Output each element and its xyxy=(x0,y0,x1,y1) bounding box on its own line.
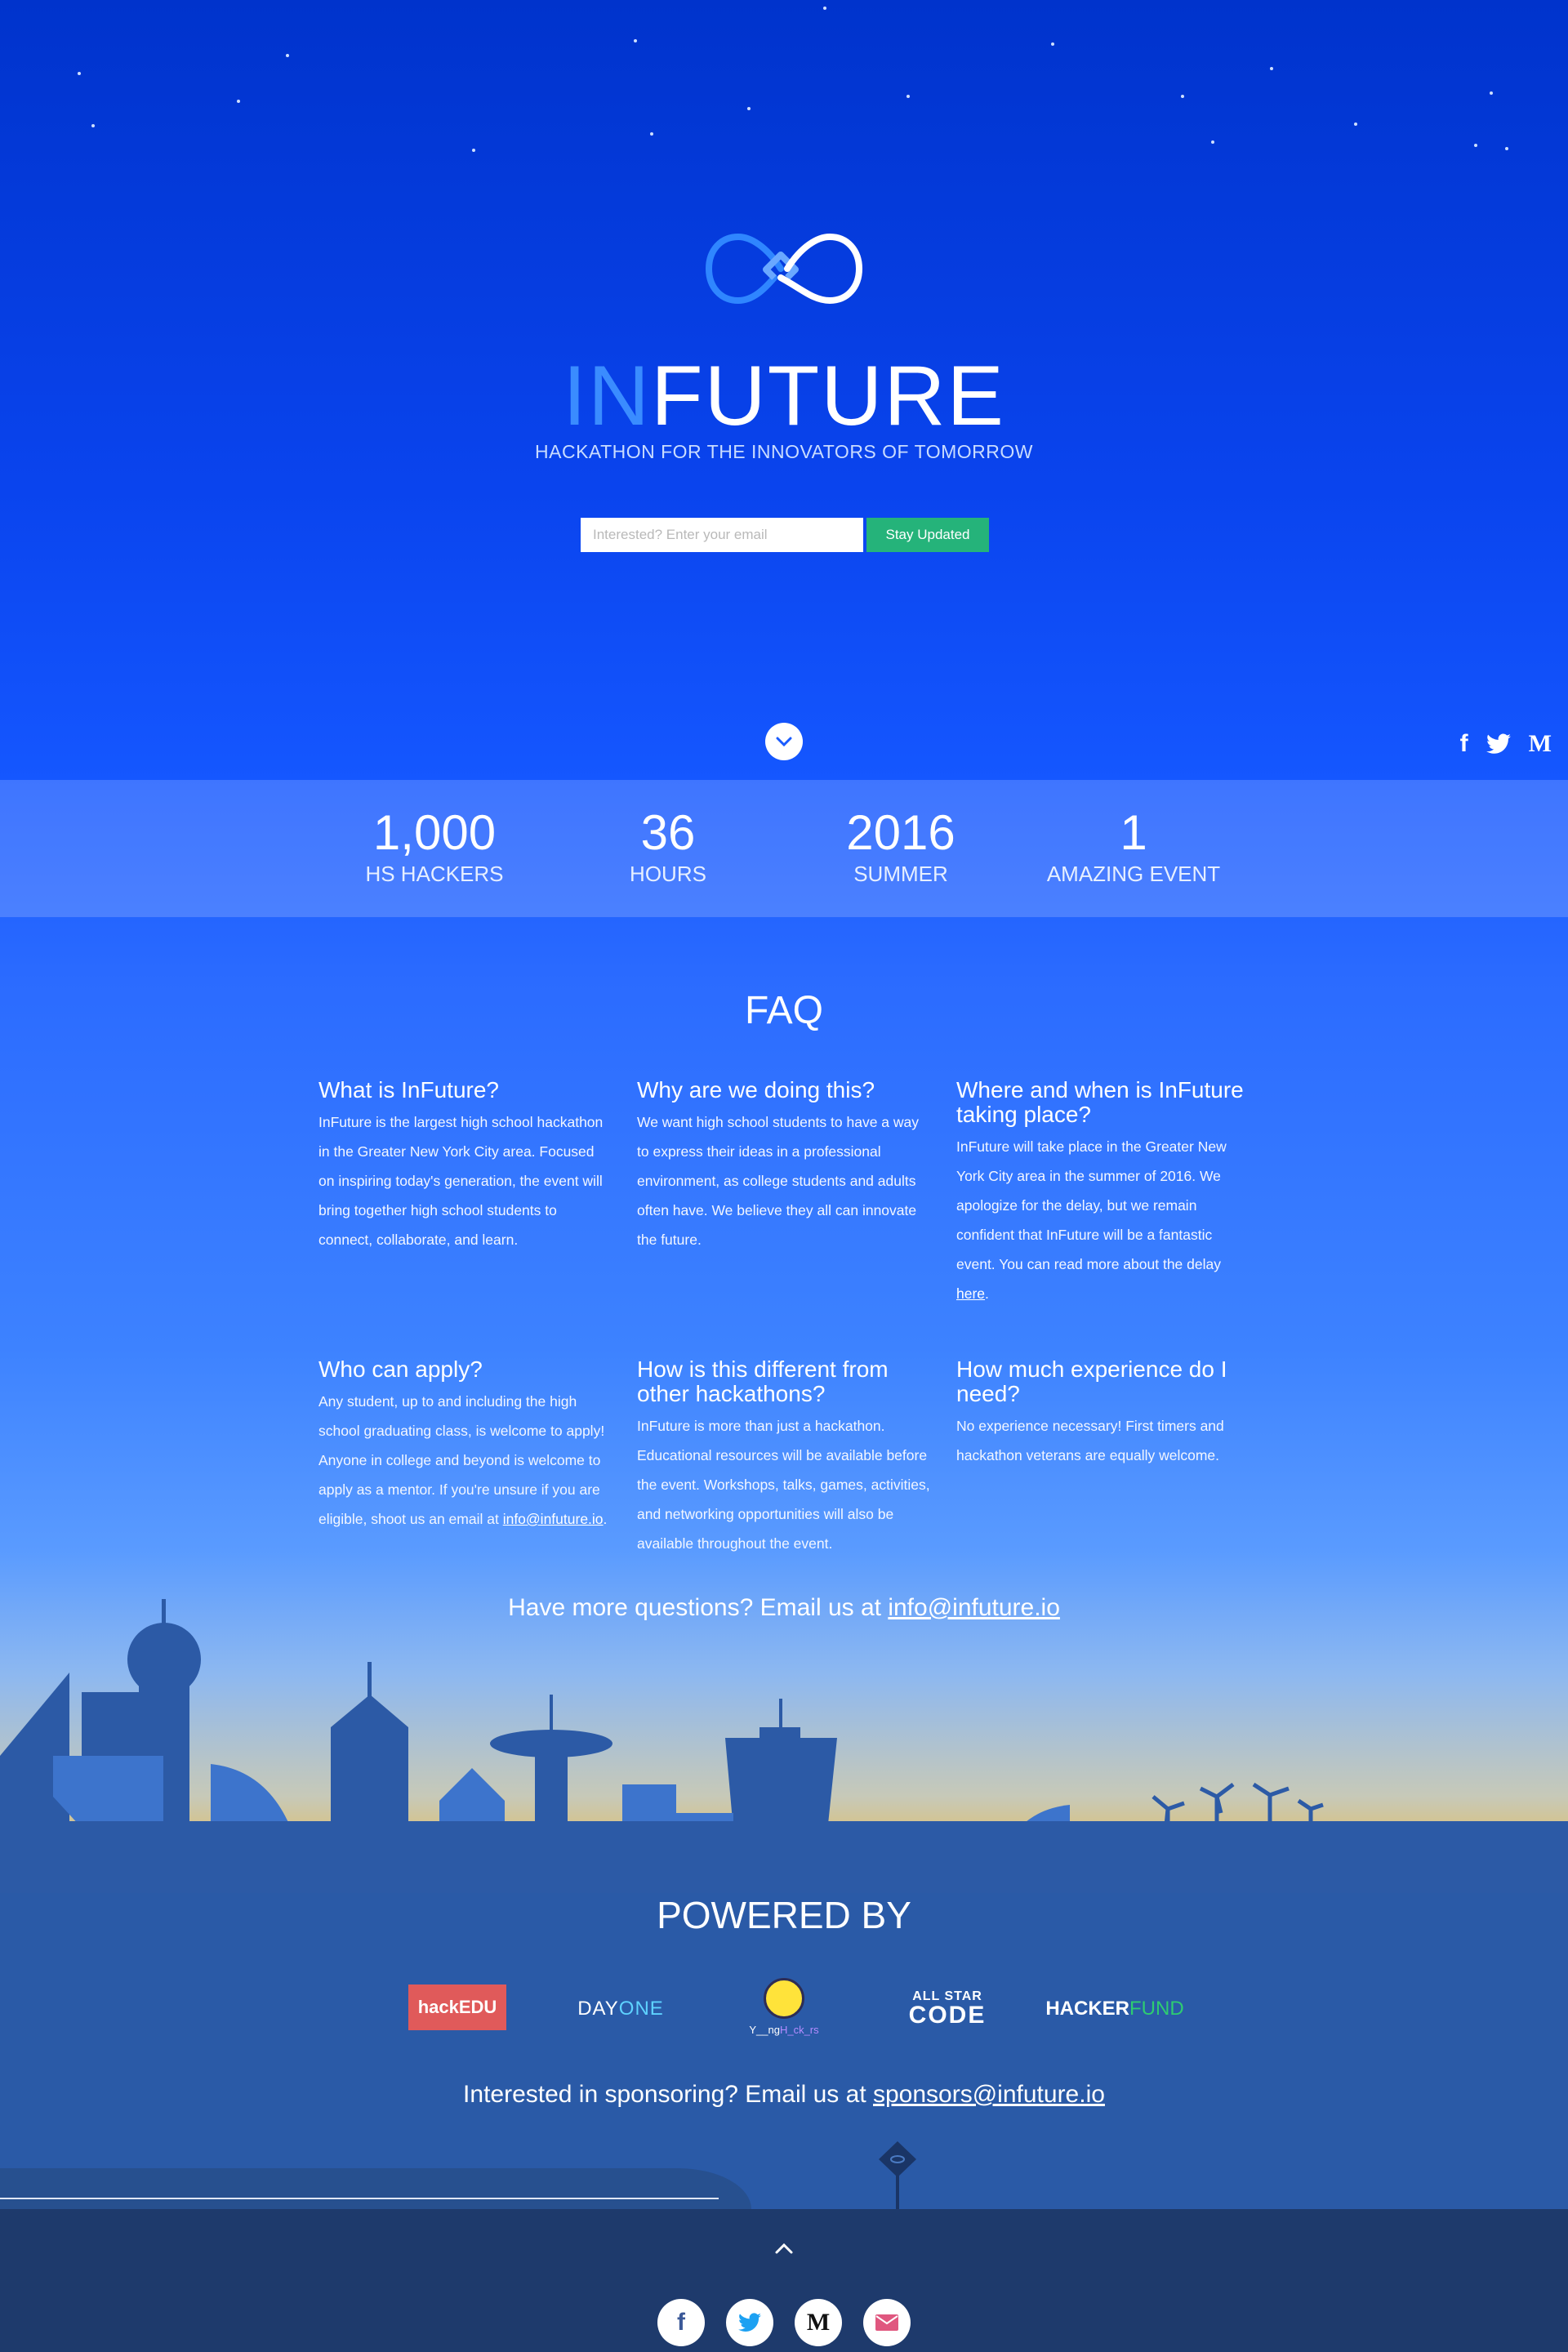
medium-icon[interactable]: M xyxy=(795,2299,842,2346)
faq-item: Where and when is InFuture taking place?… xyxy=(956,1078,1250,1308)
faq-answer: InFuture will take place in the Greater … xyxy=(956,1138,1227,1272)
email-icon[interactable] xyxy=(863,2299,911,2346)
sponsors-email-link[interactable]: sponsors@infuture.io xyxy=(873,2081,1105,2108)
powered-by-title: POWERED BY xyxy=(657,1894,911,1936)
medium-icon[interactable]: M xyxy=(1529,729,1552,759)
tagline: HACKATHON FOR THE INNOVATORS OF TOMORROW xyxy=(535,441,1033,462)
faq-question: Where and when is InFuture taking place? xyxy=(956,1077,1244,1127)
sponsor-hackerfund-logo[interactable]: HACKER FUND xyxy=(1045,1993,1183,2025)
sponsor-hacker-text: HACKER xyxy=(1045,1998,1130,2020)
faq-question: How much experience do I need? xyxy=(956,1356,1227,1406)
faq-answer-block: Any student, up to and including the hig… xyxy=(318,1387,612,1534)
signpost-icon xyxy=(879,2141,916,2209)
sponsor-hackedu-text: hackEDU xyxy=(417,1997,497,2017)
infuture-logo-icon xyxy=(706,233,862,305)
faq-answer: InFuture is the largest high school hack… xyxy=(318,1114,604,1248)
facebook-icon[interactable]: f xyxy=(1460,729,1468,759)
sponsoring-cta: Interested in sponsoring? Email us at sp… xyxy=(0,2081,1568,2109)
faq-answer: InFuture is more than just a hackathon. … xyxy=(637,1418,930,1552)
email-input[interactable] xyxy=(581,518,863,552)
faq-item: What is InFuture? InFuture is the larges… xyxy=(318,1078,612,1254)
chevron-down-icon xyxy=(776,737,792,746)
faq-item: How is this different from other hackath… xyxy=(637,1357,931,1558)
stay-updated-button[interactable]: Stay Updated xyxy=(866,518,989,552)
sponsor-allstarcode-logo[interactable]: ALL STAR CODE xyxy=(898,1989,996,2029)
scroll-down-button[interactable] xyxy=(765,723,803,760)
title-prefix: IN xyxy=(563,349,652,443)
sponsor-young-accent: H_ck_rs xyxy=(779,2023,819,2036)
info-email-link[interactable]: info@infuture.io xyxy=(503,1511,604,1527)
faq-question: How is this different from other hackath… xyxy=(637,1356,889,1406)
sponsor-dayone-logo[interactable]: DAY ONE xyxy=(572,1993,670,2025)
twitter-icon[interactable] xyxy=(726,2299,773,2346)
faq-question: Who can apply? xyxy=(318,1356,483,1382)
stat-event: 1 AMAZING EVENT xyxy=(1027,806,1240,887)
sponsor-fund-text: FUND xyxy=(1129,1998,1184,2020)
faq-answer-end: . xyxy=(985,1285,989,1302)
envelope-icon xyxy=(875,2314,898,2331)
delay-link[interactable]: here xyxy=(956,1285,985,1302)
stat-value: 1,000 xyxy=(372,805,497,860)
faq-answer: No experience necessary! First timers an… xyxy=(956,1418,1224,1463)
stat-value: 2016 xyxy=(846,805,956,860)
stat-label: HS HACKERS xyxy=(365,862,504,886)
faq-question: What is InFuture? xyxy=(318,1077,499,1102)
faq-item: How much experience do I need? No experi… xyxy=(956,1357,1250,1470)
faq-title: FAQ xyxy=(744,989,824,1032)
faq-item: Why are we doing this? We want high scho… xyxy=(637,1078,931,1254)
stat-value: 1 xyxy=(1120,805,1147,860)
facebook-icon[interactable]: f xyxy=(657,2299,705,2346)
faq-answer: We want high school students to have a w… xyxy=(637,1114,920,1248)
title-rest: FUTURE xyxy=(651,349,1005,443)
sponsor-dayone-text: DAY xyxy=(577,1998,619,2020)
faq-answer-end: . xyxy=(603,1511,608,1527)
city-skyline-illustration xyxy=(0,1599,1568,1896)
faq-answer: Any student, up to and including the hig… xyxy=(318,1393,605,1527)
sponsor-young-text: Y__ng xyxy=(749,2023,780,2036)
road xyxy=(0,2168,751,2209)
sponsoring-text: Interested in sponsoring? Email us at xyxy=(463,2081,866,2108)
sponsor-hackedu-logo[interactable]: hackEDU xyxy=(408,1984,506,2030)
sponsor-younghackers-logo[interactable]: Y__ngH_ck_rs xyxy=(739,1970,829,2043)
stats-bar: 1,000 HS HACKERS 36 HOURS 2016 SUMMER 1 … xyxy=(0,780,1568,917)
signup-form: Stay Updated xyxy=(581,518,989,552)
stat-label: SUMMER xyxy=(853,862,948,886)
twitter-bird-icon xyxy=(738,2313,761,2332)
sponsor-dayone-accent: ONE xyxy=(618,1998,664,2020)
smiley-face-icon xyxy=(764,1977,804,2019)
stat-summer: 2016 SUMMER xyxy=(795,806,1007,887)
stat-label: HOURS xyxy=(630,862,706,886)
page-title: INFUTURE xyxy=(0,347,1568,445)
footer-social-links: f M xyxy=(657,2299,911,2346)
twitter-icon[interactable] xyxy=(1486,733,1511,755)
sponsor-code-text: CODE xyxy=(908,2002,987,2029)
ground xyxy=(0,1893,1568,2209)
chevron-up-icon[interactable] xyxy=(768,2238,800,2259)
stat-hackers: 1,000 HS HACKERS xyxy=(328,806,541,887)
faq-question: Why are we doing this? xyxy=(637,1077,875,1102)
stat-value: 36 xyxy=(640,805,696,860)
faq-item: Who can apply? Any student, up to and in… xyxy=(318,1357,612,1534)
hero-social-links: f M xyxy=(1460,729,1568,759)
stat-label: AMAZING EVENT xyxy=(1046,862,1221,886)
road-line xyxy=(0,2198,719,2199)
faq-answer-block: InFuture will take place in the Greater … xyxy=(956,1132,1250,1308)
stat-hours: 36 HOURS xyxy=(562,806,774,887)
